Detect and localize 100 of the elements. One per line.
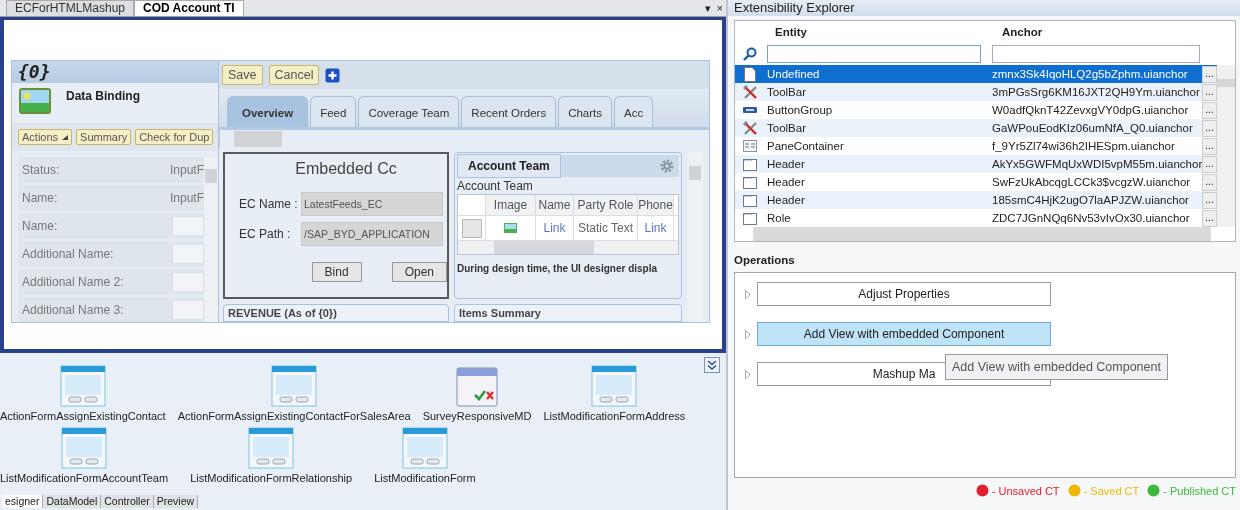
more-button[interactable]: ... <box>1202 101 1217 119</box>
editor-tab[interactable]: Preview <box>153 495 199 508</box>
form-header-title: {0} <box>12 61 218 83</box>
table-link[interactable]: Link <box>638 216 674 240</box>
more-button[interactable]: ... <box>1202 191 1217 209</box>
scrollbar[interactable] <box>687 152 703 322</box>
form-icon[interactable] <box>248 427 295 469</box>
form-label: ActionFormAssignExistingContactForSalesArea <box>177 410 411 422</box>
expand-icon[interactable] <box>745 329 751 339</box>
tab-control[interactable]: × <box>713 1 726 16</box>
editor-tab[interactable]: Controller <box>101 495 154 508</box>
column-header: Entity <box>774 26 808 38</box>
toolbar-button[interactable]: Save <box>222 65 263 85</box>
anchor-name: W0adfQknT42ZevxgVY0dpG.uianchor <box>992 104 1190 116</box>
document-tab[interactable]: ECForHTMLMashup <box>6 0 135 16</box>
action-button[interactable]: Check for Dup <box>135 129 214 145</box>
form-label: ListModificationFormAddress <box>543 410 686 422</box>
view-tab[interactable]: Overview <box>227 96 309 127</box>
expand-icon[interactable] <box>745 369 751 379</box>
collapse-icon[interactable] <box>704 357 720 373</box>
input-field[interactable]: /SAP_BYD_APPLICATION <box>301 222 443 246</box>
view-tab[interactable]: Acc <box>614 96 654 127</box>
editor-tab[interactable]: esigner <box>2 495 44 508</box>
panel-button[interactable]: Open <box>391 262 447 282</box>
operation-button[interactable]: Add View with embedded Component <box>757 322 1051 346</box>
field-label: EC Name : <box>239 197 299 211</box>
view-tab[interactable]: Charts <box>558 96 612 127</box>
more-button[interactable]: ... <box>1202 65 1217 83</box>
anchor-name: f_9Yr5Zl74wi36h2IHESpm.uianchor <box>992 140 1176 152</box>
scrollbar[interactable] <box>458 241 678 254</box>
section-title: Operations <box>733 253 796 268</box>
view-tab[interactable]: Recent Orders <box>461 96 557 127</box>
button-group-icon <box>743 107 757 113</box>
table-caption: Account Team <box>457 178 534 194</box>
settings-icon[interactable] <box>659 158 675 174</box>
note-text: During design time, the UI designer displa <box>457 262 659 274</box>
add-icon[interactable] <box>325 67 341 83</box>
search-icon[interactable] <box>743 47 757 61</box>
form-icon[interactable] <box>271 365 318 407</box>
column-header: Party Role <box>574 195 638 215</box>
entity-name: ButtonGroup <box>766 104 834 116</box>
entity-row[interactable]: Role ZDC7JGnNQq6Nv53vIvOx30.uianchor ... <box>735 209 1217 227</box>
entity-row[interactable]: PaneContainer f_9Yr5Zl74wi36h2IHESpm.uianchor ... <box>735 137 1217 155</box>
scrollbar[interactable] <box>1217 65 1235 227</box>
more-button[interactable]: ... <box>1202 83 1217 101</box>
toolbar-button[interactable]: Cancel <box>268 65 320 85</box>
legend-label: - Unsaved CT <box>991 484 1060 497</box>
filter-field[interactable] <box>992 45 1200 63</box>
anchor-name: 3mPGsSrg6KM16JXT2QH9Ym.uianchor <box>992 86 1201 98</box>
anchor-name: zmnx3Sk4IqoHLQ2g5bZphm.uianchor <box>992 68 1189 80</box>
column-header: Anchor <box>1001 26 1044 38</box>
tab-control[interactable]: ▾ <box>701 1 714 16</box>
panel-tab[interactable]: Account Team <box>457 154 561 178</box>
tools-icon <box>742 85 758 99</box>
form-icon[interactable] <box>61 427 108 469</box>
view-tab[interactable]: Feed <box>310 96 357 127</box>
field-label: Additional Name: <box>22 247 114 261</box>
document-tab[interactable]: COD Account TI <box>134 0 244 16</box>
more-button[interactable]: ... <box>1202 155 1217 173</box>
entity-row[interactable]: ToolBar 3mPGsSrg6KM16JXT2QH9Ym.uianchor ... <box>735 83 1217 101</box>
form-label: ListModificationFormAccountTeam <box>0 472 169 484</box>
expand-icon[interactable] <box>745 289 751 299</box>
table-cell: Static Text <box>574 216 638 240</box>
form-icon[interactable] <box>591 365 638 407</box>
field-value: InputF <box>169 191 204 205</box>
entity-row[interactable]: Header 185smC4HjK2ugO7laAPJZW.uianchor ... <box>735 191 1217 209</box>
scrollbar[interactable] <box>204 157 218 322</box>
tools-icon <box>742 121 758 135</box>
operation-button[interactable]: Adjust Properties <box>757 282 1051 306</box>
caret-icon <box>62 134 69 140</box>
entity-row[interactable]: Header AkYx5GWFMqUxWDI5vpM55m.uianchor ... <box>735 155 1217 173</box>
row-selector[interactable] <box>461 218 482 238</box>
entity-row[interactable]: ButtonGroup W0adfQknT42ZevxgVY0dpG.uianchor ... <box>735 101 1217 119</box>
document-icon <box>744 66 756 82</box>
more-button[interactable]: ... <box>1202 119 1217 137</box>
filter-field[interactable] <box>767 45 981 63</box>
editor-tab[interactable]: DataModel <box>43 495 102 508</box>
action-button[interactable]: Actions <box>18 129 73 145</box>
window-icon <box>743 193 757 207</box>
table-link[interactable]: Link <box>536 216 574 240</box>
image-icon <box>504 223 517 233</box>
more-button[interactable]: ... <box>1202 209 1217 227</box>
form-label: SurveyResponsiveMD <box>422 410 532 422</box>
panel-button[interactable]: Bind <box>311 262 362 282</box>
entity-row[interactable]: Undefined zmnx3Sk4IqoHLQ2g5bZphm.uianchor ... <box>735 65 1217 83</box>
view-tab[interactable]: Coverage Team <box>358 96 460 127</box>
form-icon[interactable] <box>401 427 448 469</box>
scrollbar[interactable] <box>753 227 1211 241</box>
entity-row[interactable]: ToolBar GaWPouEodKIz06umNfA_Q0.uianchor ... <box>735 119 1217 137</box>
entity-name: Header <box>766 158 806 170</box>
more-button[interactable]: ... <box>1202 173 1217 191</box>
anchor-name: AkYx5GWFMqUxWDI5vpM55m.uianchor <box>992 158 1202 170</box>
window-icon <box>743 211 757 225</box>
action-button[interactable]: Summary <box>76 129 132 145</box>
form-icon[interactable] <box>59 365 106 407</box>
input-field[interactable]: LatestFeeds_EC <box>301 192 443 216</box>
survey-form-icon[interactable] <box>456 367 499 407</box>
entity-name: PaneContainer <box>766 140 845 152</box>
more-button[interactable]: ... <box>1202 137 1217 155</box>
entity-row[interactable]: Header SwFzUkAbcqgLCCk3$vcgzW.uianchor ... <box>735 173 1217 191</box>
